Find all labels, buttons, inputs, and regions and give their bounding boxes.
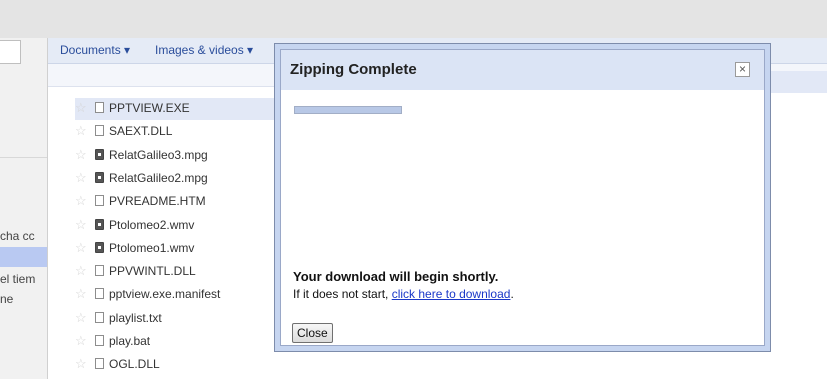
- file-row[interactable]: ☆ SAEXT.DLL: [75, 121, 305, 143]
- close-button[interactable]: Close: [292, 323, 333, 343]
- file-icon: [95, 335, 104, 346]
- star-icon[interactable]: ☆: [75, 333, 87, 349]
- file-name[interactable]: playlist.txt: [109, 311, 162, 325]
- file-name[interactable]: Ptolomeo2.wmv: [109, 218, 194, 232]
- file-row[interactable]: ☆ Ptolomeo1.wmv: [75, 238, 305, 260]
- file-name[interactable]: RelatGalileo3.mpg: [109, 148, 208, 162]
- star-icon[interactable]: ☆: [75, 147, 87, 163]
- search-input[interactable]: [0, 40, 21, 64]
- file-icon: [95, 102, 104, 113]
- file-name[interactable]: OGL.DLL: [109, 357, 160, 371]
- dialog-title: Zipping Complete: [290, 61, 417, 78]
- progress-fill: [295, 107, 401, 113]
- tab-documents[interactable]: Documents ▾: [60, 43, 130, 57]
- file-name[interactable]: Ptolomeo1.wmv: [109, 241, 194, 255]
- video-file-icon: [95, 148, 104, 160]
- video-file-icon: [95, 171, 104, 183]
- file-icon: [95, 195, 104, 207]
- dialog-body: Zipping Complete × Your download will be…: [280, 49, 765, 346]
- star-icon[interactable]: ☆: [75, 263, 87, 279]
- file-row[interactable]: ☆ play.bat: [75, 331, 305, 353]
- file-name[interactable]: play.bat: [109, 334, 150, 348]
- sidebar-divider: [0, 157, 47, 158]
- file-row[interactable]: ☆ PVREADME.HTM: [75, 191, 305, 213]
- sidebar-item-3[interactable]: ne: [0, 292, 47, 306]
- tab-images-videos[interactable]: Images & videos ▾: [155, 43, 253, 57]
- file-name[interactable]: RelatGalileo2.mpg: [109, 171, 208, 185]
- dialog-titlebar: Zipping Complete ×: [281, 50, 764, 90]
- star-icon[interactable]: ☆: [75, 100, 87, 116]
- file-name[interactable]: PPVWINTL.DLL: [109, 264, 196, 278]
- file-row[interactable]: ☆ RelatGalileo2.mpg: [75, 168, 305, 190]
- file-row[interactable]: ☆ PPTVIEW.EXE: [75, 98, 305, 120]
- video-file-icon: [95, 241, 104, 253]
- file-row[interactable]: ☆ PPVWINTL.DLL: [75, 261, 305, 283]
- file-name[interactable]: PPTVIEW.EXE: [109, 101, 190, 115]
- file-icon: [95, 265, 104, 277]
- star-icon[interactable]: ☆: [75, 170, 87, 186]
- left-sidebar: [0, 38, 48, 379]
- file-row[interactable]: ☆ OGL.DLL: [75, 354, 305, 376]
- star-icon[interactable]: ☆: [75, 193, 87, 209]
- download-hint: If it does not start, click here to down…: [293, 287, 514, 301]
- file-name[interactable]: PVREADME.HTM: [109, 194, 206, 208]
- file-row[interactable]: ☆ RelatGalileo3.mpg: [75, 145, 305, 167]
- file-name[interactable]: pptview.exe.manifest: [109, 287, 220, 301]
- file-row[interactable]: ☆ playlist.txt: [75, 308, 305, 330]
- file-icon: [95, 125, 104, 137]
- sidebar-item-1[interactable]: cha cc: [0, 229, 47, 243]
- zipping-dialog: Zipping Complete × Your download will be…: [274, 43, 771, 352]
- file-icon: [95, 288, 104, 300]
- file-icon: [95, 311, 104, 323]
- top-bar: [0, 0, 827, 38]
- star-icon[interactable]: ☆: [75, 286, 87, 302]
- download-hint-prefix: If it does not start,: [293, 287, 392, 301]
- close-icon[interactable]: ×: [735, 62, 750, 77]
- progress-bar: [294, 106, 402, 114]
- file-name[interactable]: SAEXT.DLL: [109, 124, 172, 138]
- sidebar-item-selected[interactable]: [0, 247, 47, 267]
- video-file-icon: [95, 218, 104, 230]
- star-icon[interactable]: ☆: [75, 356, 87, 372]
- file-icon: [95, 358, 104, 370]
- star-icon[interactable]: ☆: [75, 240, 87, 256]
- star-icon[interactable]: ☆: [75, 123, 87, 139]
- star-icon[interactable]: ☆: [75, 217, 87, 233]
- star-icon[interactable]: ☆: [75, 310, 87, 326]
- sidebar-item-2[interactable]: el tiem: [0, 272, 47, 286]
- file-row[interactable]: ☆ pptview.exe.manifest: [75, 284, 305, 306]
- download-link[interactable]: click here to download: [392, 287, 511, 301]
- file-row[interactable]: ☆ Ptolomeo2.wmv: [75, 215, 305, 237]
- download-message: Your download will begin shortly.: [293, 269, 499, 284]
- download-hint-suffix: .: [510, 287, 514, 301]
